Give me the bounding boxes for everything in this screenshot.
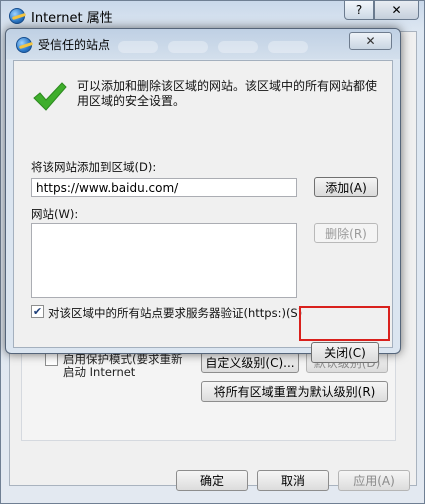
apply-button[interactable]: 应用(A) <box>338 470 410 491</box>
dialog-title-bar: 受信任的站点 ✕ <box>6 29 400 59</box>
ie-globe-icon <box>9 8 25 24</box>
custom-level-button[interactable]: 自定义级别(C)... <box>201 352 299 373</box>
title-bar-blur <box>268 41 308 53</box>
reset-all-zones-button[interactable]: 将所有区域重置为默认级别(R) <box>201 381 388 402</box>
title-bar-blur <box>168 41 208 53</box>
dialog-close-x-button[interactable]: ✕ <box>349 32 392 50</box>
parent-title-bar: Internet 属性 <box>9 6 113 26</box>
site-url-input[interactable] <box>31 178 297 197</box>
add-button[interactable]: 添加(A) <box>314 177 378 197</box>
close-button-highlight <box>299 306 390 341</box>
dialog-title: 受信任的站点 <box>38 38 111 52</box>
ie-globe-icon <box>16 36 32 53</box>
help-button[interactable]: ? <box>344 1 374 20</box>
remove-button[interactable]: 删除(R) <box>314 223 378 243</box>
info-text: 可以添加和删除该区域的网站。该区域中的所有网站都使用区域的安全设置。 <box>77 79 378 108</box>
title-bar-blur <box>118 41 158 53</box>
protected-mode-checkbox[interactable] <box>45 353 58 366</box>
websites-label: 网站(W): <box>31 207 79 221</box>
title-bar-blur <box>218 41 258 53</box>
https-checkbox[interactable]: ✔ <box>31 305 44 318</box>
websites-list[interactable] <box>31 223 297 298</box>
parent-title: Internet 属性 <box>31 10 113 26</box>
parent-close-button[interactable]: ✕ <box>374 1 419 20</box>
ok-button[interactable]: 确定 <box>176 470 248 491</box>
https-checkbox-label: 对该区域中的所有站点要求服务器验证(https:)(S) <box>48 306 303 320</box>
cancel-button[interactable]: 取消 <box>257 470 329 491</box>
add-site-label: 将该网站添加到区域(D): <box>31 160 157 174</box>
trusted-sites-dialog: 受信任的站点 ✕ 可以添加和删除该区域的网站。该区域中的所有网站都使用区域的安全… <box>5 28 401 363</box>
dialog-title-group: 受信任的站点 <box>16 36 110 53</box>
protected-mode-label-2: 启动 Internet <box>63 365 136 379</box>
close-button[interactable]: 关闭(C) <box>311 342 379 363</box>
dialog-content: 可以添加和删除该区域的网站。该区域中的所有网站都使用区域的安全设置。 将该网站添… <box>13 60 393 363</box>
green-check-icon <box>33 82 67 111</box>
